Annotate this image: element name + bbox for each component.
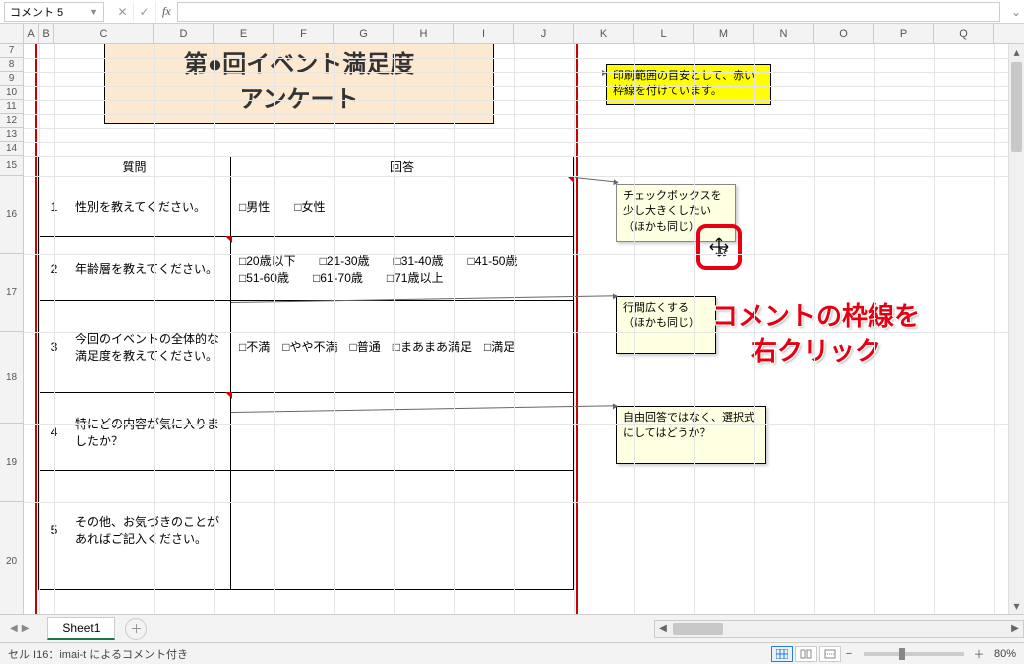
row-header[interactable]: 13: [0, 128, 23, 142]
survey-question: 今回のイベントの全体的な満足度を教えてください。: [69, 301, 231, 392]
vertical-scrollbar[interactable]: ▴ ▾: [1008, 44, 1024, 614]
col-header[interactable]: F: [274, 24, 334, 43]
scroll-down-button[interactable]: ▾: [1009, 598, 1024, 614]
move-cursor-icon: [707, 235, 731, 259]
scroll-left-button[interactable]: ◀: [655, 623, 671, 634]
row-header[interactable]: 19: [0, 424, 23, 502]
sheet-tab-active[interactable]: Sheet1: [47, 617, 115, 640]
comment-box[interactable]: 自由回答ではなく、選択式にしてはどうか？: [616, 406, 766, 464]
col-header[interactable]: G: [334, 24, 394, 43]
view-page-break-button[interactable]: [819, 646, 841, 662]
col-header[interactable]: K: [574, 24, 634, 43]
col-header[interactable]: D: [154, 24, 214, 43]
formula-confirm-button[interactable]: ✓: [134, 2, 156, 22]
yellow-note: 印刷範囲の目安として、赤い枠線を付けています。: [606, 64, 771, 105]
row-header[interactable]: 8: [0, 58, 23, 72]
col-header[interactable]: N: [754, 24, 814, 43]
survey-answer: [231, 471, 573, 589]
title-line2: アンケート: [239, 79, 358, 114]
print-guide-left: [35, 44, 37, 614]
survey-question: 年齢層を教えてください。: [69, 237, 231, 300]
col-header[interactable]: P: [874, 24, 934, 43]
row-header[interactable]: 15: [0, 156, 23, 176]
col-header[interactable]: Q: [934, 24, 994, 43]
row-header[interactable]: 10: [0, 86, 23, 100]
zoom-slider[interactable]: [864, 652, 964, 656]
col-header[interactable]: E: [214, 24, 274, 43]
insert-function-button[interactable]: fx: [156, 4, 177, 19]
row-header[interactable]: 16: [0, 176, 23, 254]
scroll-up-button[interactable]: ▴: [1009, 44, 1024, 60]
scroll-right-button[interactable]: ▶: [1007, 623, 1023, 634]
page-break-icon: [824, 649, 836, 659]
comment-indicator-icon[interactable]: [225, 236, 232, 243]
comment-indicator-icon[interactable]: [225, 392, 232, 399]
col-header[interactable]: M: [694, 24, 754, 43]
sheet-tab-bar: ◀▶ Sheet1 ＋ ◀ ▶: [0, 614, 1024, 642]
view-normal-button[interactable]: [771, 646, 793, 662]
col-header[interactable]: C: [54, 24, 154, 43]
name-box-dropdown-icon[interactable]: ▼: [89, 7, 98, 17]
page-layout-icon: [800, 649, 812, 659]
zoom-slider-knob[interactable]: [899, 648, 905, 660]
status-text: セル I16：imai-t によるコメント付き: [8, 646, 188, 662]
horizontal-scrollbar[interactable]: ◀ ▶: [654, 620, 1024, 638]
survey-header-answer: 回答: [231, 157, 573, 177]
zoom-out-button[interactable]: −: [842, 648, 856, 660]
col-header[interactable]: I: [454, 24, 514, 43]
survey-answer: □不満 □やや不満 □普通 □まあまあ満足 □満足: [231, 301, 573, 392]
comment-indicator-icon[interactable]: [567, 176, 574, 183]
comment-box[interactable]: 行間広くする（ほかも同じ）: [616, 296, 716, 354]
add-sheet-button[interactable]: ＋: [125, 618, 147, 640]
sheet-nav[interactable]: ◀▶: [0, 623, 39, 634]
row-header[interactable]: 14: [0, 142, 23, 156]
title-banner: 第●回イベント満足度 アンケート: [104, 44, 494, 124]
row-header[interactable]: 9: [0, 72, 23, 86]
survey-answer: [231, 393, 573, 470]
survey-header-question: 質問: [39, 157, 231, 177]
survey-table: 質問 回答 1 性別を教えてください。 □男性 □女性 2 年齢層を教えてくださ…: [38, 156, 574, 590]
annotation-text: コメントの枠線を 右クリック: [712, 299, 920, 369]
row-header[interactable]: 12: [0, 114, 23, 128]
horizontal-scroll-thumb[interactable]: [673, 623, 723, 635]
annotation-line1: コメントの枠線を: [712, 299, 920, 334]
row-header[interactable]: 11: [0, 100, 23, 114]
row-header[interactable]: 20: [0, 502, 23, 614]
view-page-layout-button[interactable]: [795, 646, 817, 662]
survey-question: 特にどの内容が気に入りましたか？: [69, 393, 231, 470]
row-headers: 7891011121314151617181920: [0, 44, 24, 614]
formula-cancel-button[interactable]: ✕: [112, 2, 134, 22]
col-header[interactable]: B: [39, 24, 54, 43]
survey-answer: □20歳以下 □21-30歳 □31-40歳 □41-50歳 □51-60歳 □…: [231, 237, 573, 300]
grid-view-icon: [776, 649, 788, 659]
comment-leader-line: [574, 177, 618, 183]
vertical-scroll-thumb[interactable]: [1011, 62, 1022, 152]
row-header[interactable]: 17: [0, 254, 23, 332]
survey-question: その他、お気づきのことがあればご記入ください。: [69, 471, 231, 589]
sheet-nav-next-icon[interactable]: ▶: [22, 623, 30, 634]
annotation-line2: 右クリック: [712, 334, 920, 369]
survey-question: 性別を教えてください。: [69, 177, 231, 236]
col-header[interactable]: H: [394, 24, 454, 43]
zoom-percent[interactable]: 80%: [994, 648, 1016, 660]
col-header[interactable]: L: [634, 24, 694, 43]
print-guide-right: [576, 44, 578, 614]
cells-area[interactable]: 第●回イベント満足度 アンケート 質問 回答 1 性別を教えてください。 □男性…: [24, 44, 1008, 614]
name-box[interactable]: コメント 5 ▼: [4, 2, 104, 22]
row-header[interactable]: 7: [0, 44, 23, 58]
survey-answer: □男性 □女性: [231, 177, 573, 236]
row-header[interactable]: 18: [0, 332, 23, 424]
name-box-value: コメント 5: [10, 4, 63, 20]
col-header[interactable]: O: [814, 24, 874, 43]
title-line1: 第●回イベント満足度: [184, 44, 415, 79]
formula-bar-expand-icon[interactable]: ⌄: [1008, 5, 1024, 19]
formula-bar-input[interactable]: [177, 2, 1000, 22]
zoom-in-button[interactable]: ＋: [972, 646, 986, 662]
sheet-nav-prev-icon[interactable]: ◀: [10, 623, 18, 634]
col-header[interactable]: J: [514, 24, 574, 43]
col-header[interactable]: A: [24, 24, 39, 43]
status-bar: セル I16：imai-t によるコメント付き − ＋ 80%: [0, 642, 1024, 664]
column-headers: A B C D E F G H I J K L M N O P Q: [0, 24, 1024, 44]
select-all-corner[interactable]: [0, 24, 24, 43]
